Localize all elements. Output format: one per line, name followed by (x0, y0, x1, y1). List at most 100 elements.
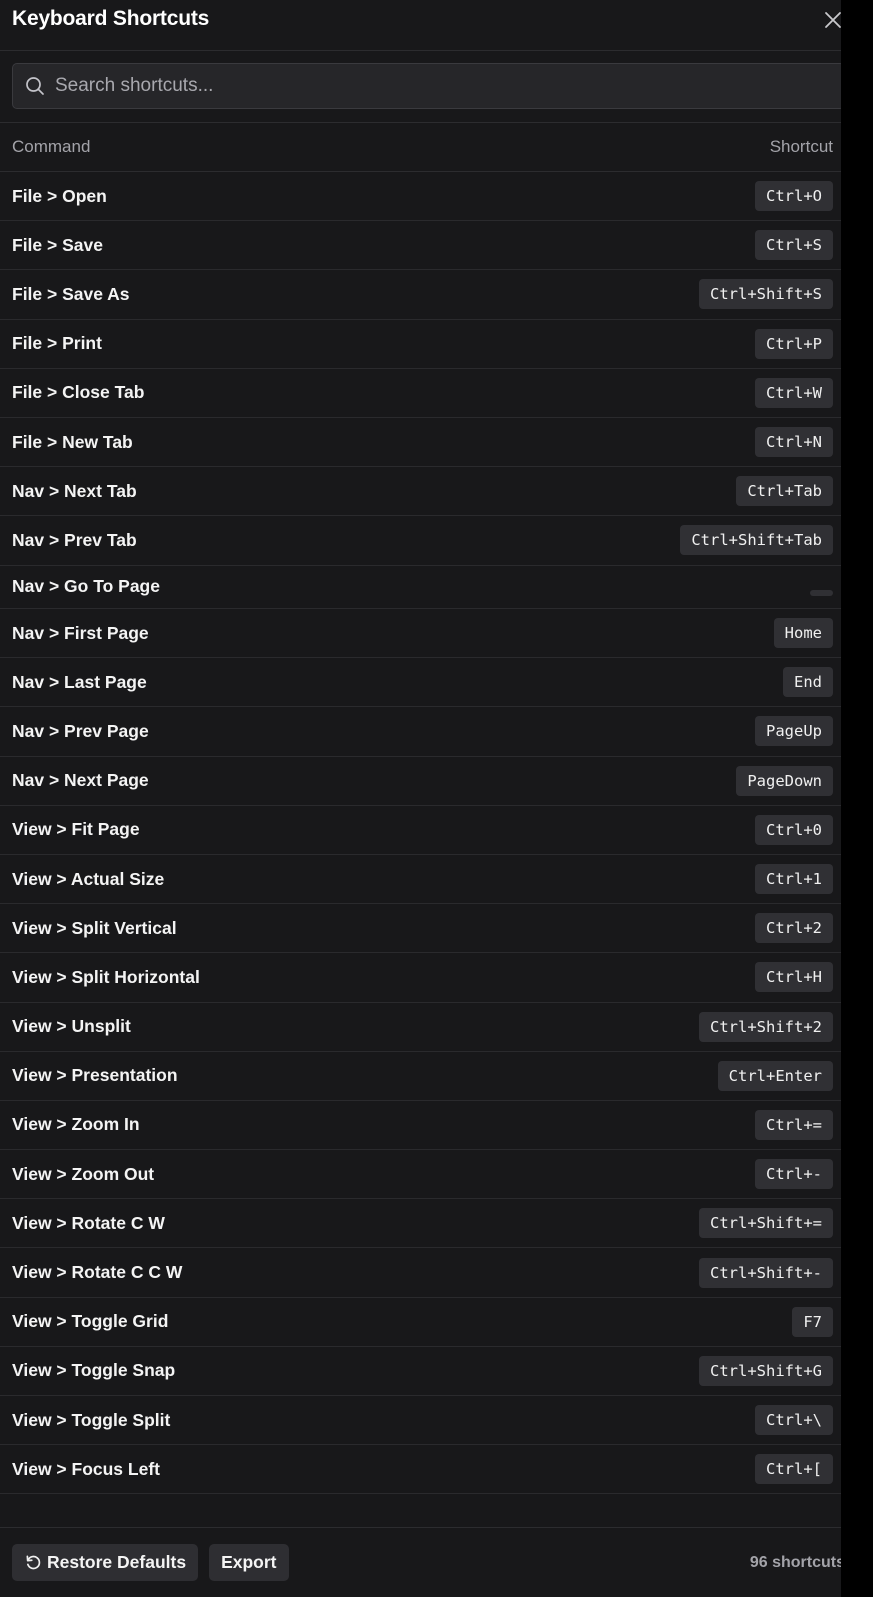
shortcut-key-badge[interactable]: F7 (792, 1306, 833, 1337)
dialog-title: Keyboard Shortcuts (12, 7, 210, 30)
table-header: Command Shortcut (0, 123, 857, 172)
shortcut-key-badge[interactable]: Ctrl+W (755, 377, 833, 408)
shortcut-row[interactable]: File > Close Tab Ctrl+W (0, 369, 857, 418)
shortcut-row[interactable]: View > Toggle Grid F7 (0, 1298, 857, 1347)
shortcut-key-badge[interactable]: Ctrl+Enter (717, 1060, 833, 1091)
command-label: File > Close Tab (12, 382, 145, 403)
shortcut-key-badge[interactable]: Ctrl+Shift+Tab (680, 525, 833, 556)
shortcut-key-badge[interactable]: Ctrl+1 (755, 864, 833, 895)
search-box[interactable] (12, 63, 845, 109)
command-label: View > Zoom In (12, 1114, 140, 1135)
shortcut-key-badge[interactable]: Ctrl+0 (755, 814, 833, 845)
command-label: File > Open (12, 185, 107, 206)
command-label: View > Rotate C C W (12, 1262, 183, 1283)
shortcut-row[interactable]: Nav > Next Tab Ctrl+Tab (0, 467, 857, 517)
search-input[interactable] (55, 66, 844, 106)
command-label: Nav > First Page (12, 622, 149, 643)
shortcut-row[interactable]: Nav > Prev Page PageUp (0, 707, 857, 757)
shortcut-row[interactable]: View > Fit Page Ctrl+0 (0, 806, 857, 855)
search-bar (0, 51, 857, 123)
shortcut-key-badge[interactable]: PageDown (736, 765, 833, 796)
shortcut-key-badge[interactable]: PageUp (755, 716, 833, 747)
column-header-command: Command (12, 137, 91, 156)
shortcut-key-badge[interactable]: Ctrl+- (755, 1159, 833, 1190)
shortcut-row[interactable]: View > Toggle Split Ctrl+\ (0, 1396, 857, 1446)
shortcut-row[interactable]: View > Rotate C C W Ctrl+Shift+- (0, 1248, 857, 1298)
command-label: File > New Tab (12, 431, 133, 452)
shortcut-key-badge[interactable]: Ctrl+Shift+S (699, 279, 833, 310)
shortcut-key-badge[interactable]: End (783, 667, 833, 698)
command-label: View > Toggle Split (12, 1409, 171, 1430)
shortcut-key-badge[interactable]: Ctrl+= (755, 1109, 833, 1140)
restore-defaults-label: Restore Defaults (47, 1552, 187, 1572)
search-icon (25, 76, 45, 96)
shortcut-row[interactable]: Nav > Prev Tab Ctrl+Shift+Tab (0, 516, 857, 566)
restore-defaults-button[interactable]: Restore Defaults (12, 1544, 199, 1581)
export-button[interactable]: Export (209, 1544, 289, 1581)
command-label: Nav > Next Page (12, 770, 149, 791)
command-label: View > Actual Size (12, 868, 165, 889)
shortcut-key-badge[interactable]: Ctrl+Shift+- (699, 1257, 833, 1288)
shortcut-count: 96 shortcuts (749, 1553, 845, 1571)
shortcut-row[interactable]: View > Split Horizontal Ctrl+H (0, 953, 857, 1003)
command-label: View > Fit Page (12, 819, 140, 840)
shortcut-key-badge[interactable]: Ctrl+O (755, 181, 833, 212)
shortcut-key-badge[interactable]: Ctrl+Shift+G (699, 1355, 833, 1386)
shortcut-row[interactable]: View > Zoom Out Ctrl+- (0, 1150, 857, 1200)
restore-icon (24, 1554, 42, 1572)
shortcut-row[interactable]: View > Split Vertical Ctrl+2 (0, 904, 857, 954)
column-header-shortcut: Shortcut (769, 137, 833, 156)
command-label: File > Save (12, 234, 103, 255)
shortcut-key-badge[interactable]: Ctrl+\ (755, 1405, 833, 1436)
command-label: Nav > Prev Page (12, 720, 149, 741)
shortcut-key-badge[interactable]: Ctrl+[ (755, 1454, 833, 1485)
command-label: View > Unsplit (12, 1016, 131, 1037)
command-label: View > Focus Left (12, 1458, 160, 1479)
shortcut-row[interactable]: View > Zoom In Ctrl+= (0, 1101, 857, 1151)
close-icon (825, 12, 841, 28)
shortcut-row[interactable]: View > Unsplit Ctrl+Shift+2 (0, 1003, 857, 1052)
shortcut-row[interactable]: File > Open Ctrl+O (0, 172, 857, 222)
shortcut-key-badge[interactable]: Ctrl+P (755, 328, 833, 359)
shortcut-list: File > Open Ctrl+O File > Save Ctrl+S File >… (0, 172, 857, 1495)
command-label: View > Rotate C W (12, 1212, 165, 1233)
shortcut-row[interactable]: View > Actual Size Ctrl+1 (0, 855, 857, 905)
shortcut-key-badge[interactable]: Ctrl+N (755, 427, 833, 458)
shortcut-row[interactable]: View > Focus Left Ctrl+[ (0, 1445, 857, 1495)
shortcut-row[interactable]: Nav > Next Page PageDown (0, 757, 857, 806)
shortcut-key-badge[interactable]: Ctrl+H (755, 962, 833, 993)
dialog-footer: Restore Defaults Export 96 shortcuts (0, 1527, 857, 1597)
shortcut-row[interactable]: Nav > Go To Page (0, 566, 857, 609)
shortcuts-dialog: Keyboard Shortcuts Command Shortcut File… (0, 0, 857, 1597)
shortcut-key-badge[interactable]: Home (773, 618, 833, 649)
shortcut-row[interactable]: Nav > First Page Home (0, 609, 857, 659)
shortcut-key-badge[interactable]: Ctrl+2 (755, 913, 833, 944)
shortcut-key-badge[interactable]: Ctrl+S (755, 230, 833, 261)
dialog-header: Keyboard Shortcuts (0, 0, 857, 51)
command-label: View > Presentation (12, 1065, 178, 1086)
shortcut-row[interactable]: File > New Tab Ctrl+N (0, 418, 857, 468)
command-label: View > Toggle Snap (12, 1360, 176, 1381)
command-label: View > Toggle Grid (12, 1311, 169, 1332)
command-label: Nav > Last Page (12, 671, 147, 692)
shortcut-key-badge[interactable]: Ctrl+Tab (736, 476, 833, 507)
page-edge (841, 0, 857, 1597)
shortcut-row[interactable]: View > Toggle Snap Ctrl+Shift+G (0, 1347, 857, 1396)
command-label: Nav > Next Tab (12, 480, 137, 501)
shortcut-row[interactable]: File > Print Ctrl+P (0, 320, 857, 369)
shortcut-key-badge[interactable] (810, 590, 833, 596)
shortcut-key-badge[interactable]: Ctrl+Shift+= (699, 1208, 833, 1239)
command-label: Nav > Prev Tab (12, 529, 137, 550)
command-label: View > Zoom Out (12, 1163, 155, 1184)
shortcut-key-badge[interactable]: Ctrl+Shift+2 (699, 1011, 833, 1042)
command-label: File > Print (12, 333, 102, 354)
shortcut-row[interactable]: View > Presentation Ctrl+Enter (0, 1052, 857, 1101)
command-label: View > Split Vertical (12, 917, 177, 938)
shortcut-row[interactable]: File > Save Ctrl+S (0, 221, 857, 271)
command-label: File > Save As (12, 283, 130, 304)
shortcut-row[interactable]: View > Rotate C W Ctrl+Shift+= (0, 1199, 857, 1249)
shortcut-row[interactable]: File > Save As Ctrl+Shift+S (0, 270, 857, 320)
shortcut-row[interactable]: Nav > Last Page End (0, 658, 857, 708)
command-label: Nav > Go To Page (12, 576, 160, 597)
command-label: View > Split Horizontal (12, 966, 200, 987)
